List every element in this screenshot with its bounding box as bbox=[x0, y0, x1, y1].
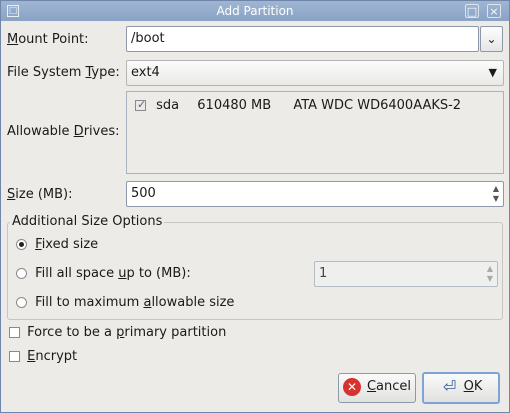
fill-up-to-value: 1 bbox=[319, 266, 328, 281]
add-partition-dialog: □ Add Partition □ × Mount Point: /boot ⌄… bbox=[0, 0, 510, 413]
ok-button[interactable]: ⏎ OK bbox=[422, 372, 500, 404]
fill-max-label: Fill to maximum allowable size bbox=[35, 295, 235, 310]
checkmark-icon: ✓ bbox=[137, 98, 147, 111]
drives-list: ✓ sda 610480 MB ATA WDC WD6400AAKS-2 bbox=[126, 91, 504, 174]
drive-size: 610480 MB bbox=[197, 98, 272, 113]
spin-down-icon[interactable]: ▼ bbox=[491, 194, 501, 204]
size-value: 500 bbox=[131, 186, 156, 201]
spin-up-icon[interactable]: ▲ bbox=[491, 184, 501, 194]
drive-model: ATA WDC WD6400AAKS-2 bbox=[293, 98, 462, 113]
ok-label: K bbox=[473, 379, 483, 394]
fs-type-select[interactable]: ext4 ▼ bbox=[126, 60, 504, 86]
mount-point-dropdown-button[interactable]: ⌄ bbox=[480, 26, 503, 52]
close-icon[interactable]: × bbox=[487, 4, 501, 18]
size-spinbox[interactable]: 500 ▲ ▼ bbox=[126, 181, 504, 207]
fs-type-value: ext4 bbox=[131, 65, 160, 80]
size-spin-buttons[interactable]: ▲ ▼ bbox=[491, 184, 501, 204]
mount-point-label: Mount Point: bbox=[7, 32, 89, 47]
encrypt-checkbox[interactable] bbox=[9, 351, 20, 362]
spin-down-icon[interactable]: ▼ bbox=[485, 274, 495, 284]
fs-type-label: File System Type: bbox=[7, 65, 120, 80]
dropdown-arrow-icon: ▼ bbox=[488, 66, 497, 79]
size-label: Size (MB): bbox=[7, 187, 73, 202]
chevron-down-icon: ⌄ bbox=[486, 32, 497, 46]
drive-name: sda bbox=[156, 98, 180, 113]
primary-partition-checkbox[interactable] bbox=[9, 327, 20, 338]
drive-checkbox[interactable]: ✓ bbox=[135, 98, 147, 111]
primary-partition-option[interactable]: Force to be a primary partition bbox=[9, 325, 226, 340]
maximize-icon[interactable]: □ bbox=[465, 4, 479, 18]
cancel-icon: ✕ bbox=[342, 377, 361, 396]
fill-up-to-label: Fill all space up to (MB): bbox=[35, 266, 191, 281]
window-title: Add Partition bbox=[216, 4, 294, 18]
fill-up-to-radio[interactable] bbox=[16, 268, 27, 279]
fill-max-radio[interactable] bbox=[16, 297, 27, 308]
size-options-title: Additional Size Options bbox=[10, 214, 165, 229]
fill-up-to-spinbox[interactable]: 1 ▲ ▼ bbox=[314, 261, 498, 287]
primary-partition-label: Force to be a primary partition bbox=[27, 325, 227, 340]
fixed-size-radio[interactable] bbox=[16, 239, 27, 250]
cancel-label: ancel bbox=[376, 379, 412, 394]
allowable-drives-label: Allowable Drives: bbox=[7, 124, 120, 139]
encrypt-label: Encrypt bbox=[27, 349, 78, 364]
title-bar: □ Add Partition □ × bbox=[1, 1, 509, 21]
ok-icon: ⏎ bbox=[442, 376, 457, 396]
encrypt-option[interactable]: Encrypt bbox=[9, 349, 77, 364]
fixed-size-label: Fixed size bbox=[35, 237, 99, 252]
spin-up-icon[interactable]: ▲ bbox=[485, 264, 495, 274]
fill-up-to-spin-buttons[interactable]: ▲ ▼ bbox=[485, 264, 495, 284]
drive-row[interactable]: ✓ sda 610480 MB ATA WDC WD6400AAKS-2 bbox=[135, 98, 461, 113]
window-menu-icon[interactable]: □ bbox=[7, 5, 19, 17]
fill-up-to-option[interactable]: Fill all space up to (MB): bbox=[16, 266, 191, 281]
cancel-button[interactable]: ✕ Cancel bbox=[338, 373, 416, 403]
mount-point-input[interactable]: /boot bbox=[126, 26, 479, 52]
fill-max-option[interactable]: Fill to maximum allowable size bbox=[16, 295, 234, 310]
mount-point-label-text: ount Point: bbox=[18, 32, 89, 47]
fixed-size-option[interactable]: Fixed size bbox=[16, 237, 98, 252]
